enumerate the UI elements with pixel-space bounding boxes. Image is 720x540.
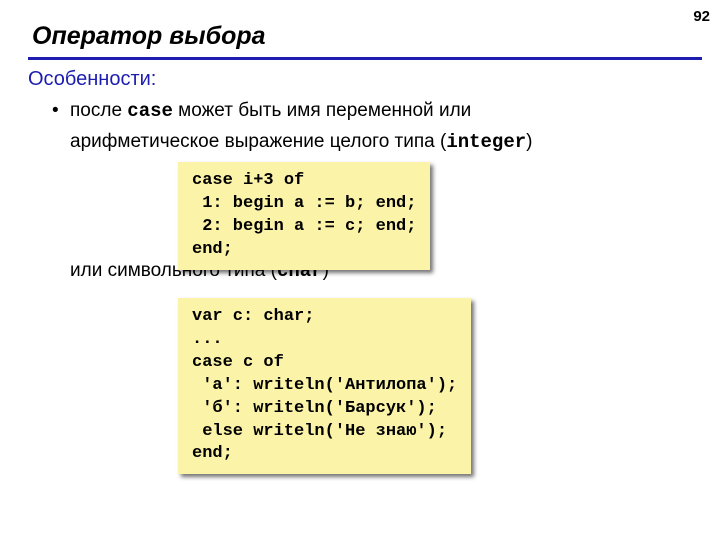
bullet-item: • после case может быть имя переменной и… xyxy=(0,95,720,126)
text-fragment: после xyxy=(70,100,127,121)
text-fragment: может быть имя переменной или xyxy=(173,100,471,121)
code-block-wrapper: var c: char; ... case c of 'а': writeln(… xyxy=(178,298,720,475)
inline-code: case xyxy=(127,100,173,122)
text-fragment: ) xyxy=(526,131,532,152)
text-fragment: арифметическое выражение целого типа ( xyxy=(70,131,446,152)
code-block-1: case i+3 of 1: begin a := b; end; 2: beg… xyxy=(178,162,430,270)
slide-title: Оператор выбора xyxy=(0,0,720,57)
body-line: арифметическое выражение целого типа (in… xyxy=(0,128,720,157)
subheading: Особенности: xyxy=(0,60,720,95)
inline-code: integer xyxy=(446,131,526,153)
code-block-wrapper: case i+3 of 1: begin a := b; end; 2: beg… xyxy=(178,162,720,270)
code-block-2: var c: char; ... case c of 'а': writeln(… xyxy=(178,298,471,475)
page-number: 92 xyxy=(693,8,710,25)
bullet-marker: • xyxy=(52,95,70,125)
